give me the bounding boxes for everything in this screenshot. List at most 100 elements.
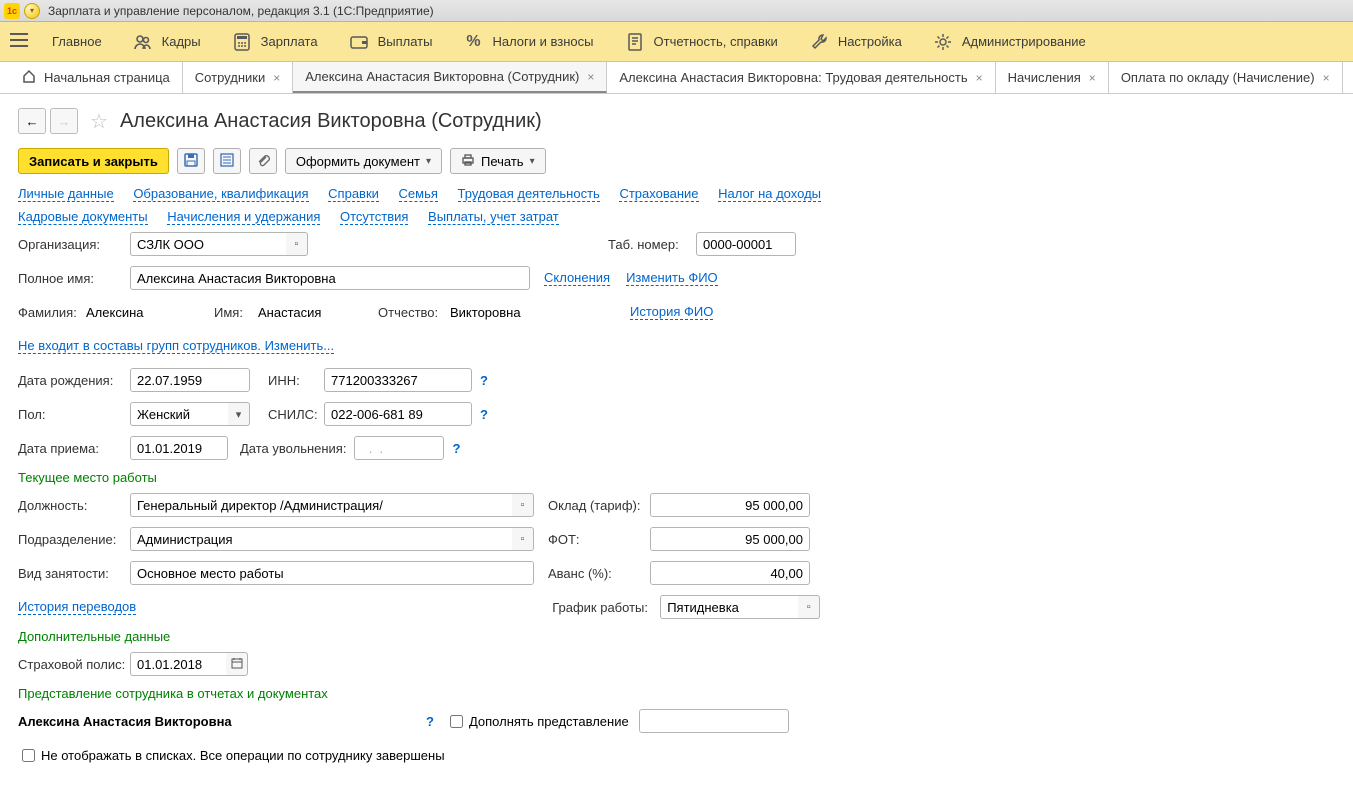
- label-schedule: График работы:: [552, 600, 652, 615]
- open-picker-button[interactable]: ▫: [286, 232, 308, 256]
- tab-oplata-oklad[interactable]: Оплата по окладу (Начисление) ×: [1109, 62, 1343, 93]
- link-fio-history[interactable]: История ФИО: [630, 304, 713, 320]
- link-family[interactable]: Семья: [399, 186, 438, 202]
- link-payments-costs[interactable]: Выплаты, учет затрат: [428, 209, 559, 225]
- insurance-policy-input[interactable]: [130, 652, 226, 676]
- link-declensions[interactable]: Склонения: [544, 270, 610, 286]
- save-button[interactable]: [177, 148, 205, 174]
- tab-home[interactable]: Начальная страница: [10, 62, 183, 93]
- people-icon: [134, 33, 152, 51]
- help-icon[interactable]: ?: [426, 714, 434, 729]
- save-close-button[interactable]: Записать и закрыть: [18, 148, 169, 174]
- close-icon[interactable]: ×: [1089, 71, 1096, 85]
- menu-item-nalogi[interactable]: % Налоги и взносы: [464, 33, 593, 51]
- close-icon[interactable]: ×: [976, 71, 983, 85]
- burger-icon[interactable]: [10, 33, 34, 50]
- label-first-name: Имя:: [214, 305, 250, 320]
- nav-back-button[interactable]: ←: [18, 108, 46, 134]
- favorite-star-icon[interactable]: ☆: [90, 109, 108, 134]
- link-work-history[interactable]: Трудовая деятельность: [458, 186, 600, 202]
- tab-overflow[interactable]: Показа: [1343, 62, 1353, 93]
- help-icon[interactable]: ?: [452, 441, 460, 456]
- list-button[interactable]: [213, 148, 241, 174]
- inn-input[interactable]: [324, 368, 472, 392]
- dropdown-button[interactable]: ▾: [228, 402, 250, 426]
- snils-input[interactable]: [324, 402, 472, 426]
- link-absences[interactable]: Отсутствия: [340, 209, 408, 225]
- link-education[interactable]: Образование, квалификация: [133, 186, 308, 202]
- menu-item-label: Главное: [52, 34, 102, 49]
- tab-trudovaya[interactable]: Алексина Анастасия Викторовна: Трудовая …: [607, 62, 995, 93]
- gender-select[interactable]: [130, 402, 228, 426]
- schedule-input[interactable]: [660, 595, 798, 619]
- menu-item-main[interactable]: Главное: [52, 34, 102, 49]
- percent-icon: %: [464, 33, 482, 51]
- toolbar: Записать и закрыть Оформить документ ▾ П: [18, 148, 1335, 174]
- link-references[interactable]: Справки: [328, 186, 379, 202]
- tab-label: Алексина Анастасия Викторовна (Сотрудник…: [305, 69, 579, 84]
- birth-date-input[interactable]: [130, 368, 250, 392]
- hide-in-lists-checkbox[interactable]: Не отображать в списках. Все операции по…: [18, 746, 445, 765]
- close-icon[interactable]: ×: [587, 70, 594, 84]
- help-icon[interactable]: ?: [480, 373, 488, 388]
- full-name-input[interactable]: [130, 266, 530, 290]
- nav-forward-button[interactable]: →: [50, 108, 78, 134]
- position-input[interactable]: [130, 493, 512, 517]
- menu-item-nastroyka[interactable]: Настройка: [810, 33, 902, 51]
- supplement-repr-input[interactable]: [639, 709, 789, 733]
- menu-item-label: Зарплата: [261, 34, 318, 49]
- employment-type-input[interactable]: [130, 561, 534, 585]
- attachment-button[interactable]: [249, 148, 277, 174]
- link-income-tax[interactable]: Налог на доходы: [718, 186, 821, 202]
- label-patronymic: Отчество:: [378, 305, 442, 320]
- menu-item-zarplata[interactable]: Зарплата: [233, 33, 318, 51]
- open-picker-button[interactable]: ▫: [798, 595, 820, 619]
- link-hr-documents[interactable]: Кадровые документы: [18, 209, 148, 225]
- tab-nachisleniya[interactable]: Начисления ×: [996, 62, 1109, 93]
- app-menu-dropdown[interactable]: ▾: [24, 3, 40, 19]
- tab-number-input[interactable]: [696, 232, 796, 256]
- link-accruals[interactable]: Начисления и удержания: [167, 209, 320, 225]
- list-icon: [220, 153, 234, 170]
- save-icon: [184, 153, 198, 170]
- advance-input[interactable]: [650, 561, 810, 585]
- tab-employee-card[interactable]: Алексина Анастасия Викторовна (Сотрудник…: [293, 62, 607, 93]
- open-picker-button[interactable]: ▫: [512, 527, 534, 551]
- last-name-value: Алексина: [86, 305, 214, 320]
- first-name-value: Анастасия: [258, 305, 378, 320]
- tab-label: Сотрудники: [195, 70, 265, 85]
- label-snils: СНИЛС:: [268, 407, 316, 422]
- checkbox-input[interactable]: [22, 749, 35, 762]
- link-change-fio[interactable]: Изменить ФИО: [626, 270, 718, 286]
- wrench-icon: [810, 33, 828, 51]
- menu-item-admin[interactable]: Администрирование: [934, 33, 1086, 51]
- hire-date-input[interactable]: [130, 436, 228, 460]
- tab-label: Оплата по окладу (Начисление): [1121, 70, 1315, 85]
- link-transfer-history[interactable]: История переводов: [18, 599, 136, 615]
- close-icon[interactable]: ×: [1323, 71, 1330, 85]
- label-birth-date: Дата рождения:: [18, 373, 130, 388]
- close-icon[interactable]: ×: [273, 71, 280, 85]
- link-insurance[interactable]: Страхование: [619, 186, 698, 202]
- menu-item-label: Администрирование: [962, 34, 1086, 49]
- create-document-button[interactable]: Оформить документ ▾: [285, 148, 442, 174]
- menu-item-kadry[interactable]: Кадры: [134, 33, 201, 51]
- print-button[interactable]: Печать ▾: [450, 148, 546, 174]
- organization-input[interactable]: [130, 232, 286, 256]
- fire-date-input[interactable]: [354, 436, 444, 460]
- salary-input[interactable]: [650, 493, 810, 517]
- supplement-repr-checkbox[interactable]: Дополнять представление: [446, 712, 629, 731]
- calendar-button[interactable]: [226, 652, 248, 676]
- tab-sotrudniki[interactable]: Сотрудники ×: [183, 62, 293, 93]
- help-icon[interactable]: ?: [480, 407, 488, 422]
- menu-item-vyplaty[interactable]: Выплаты: [350, 33, 433, 51]
- checkbox-input[interactable]: [450, 715, 463, 728]
- link-employee-groups[interactable]: Не входит в составы групп сотрудников. И…: [18, 338, 334, 354]
- open-picker-button[interactable]: ▫: [512, 493, 534, 517]
- tab-label: Начисления: [1008, 70, 1081, 85]
- link-personal-data[interactable]: Личные данные: [18, 186, 114, 202]
- department-input[interactable]: [130, 527, 512, 551]
- fot-input[interactable]: [650, 527, 810, 551]
- paperclip-icon: [256, 153, 270, 170]
- menu-item-otchetnost[interactable]: Отчетность, справки: [626, 33, 778, 51]
